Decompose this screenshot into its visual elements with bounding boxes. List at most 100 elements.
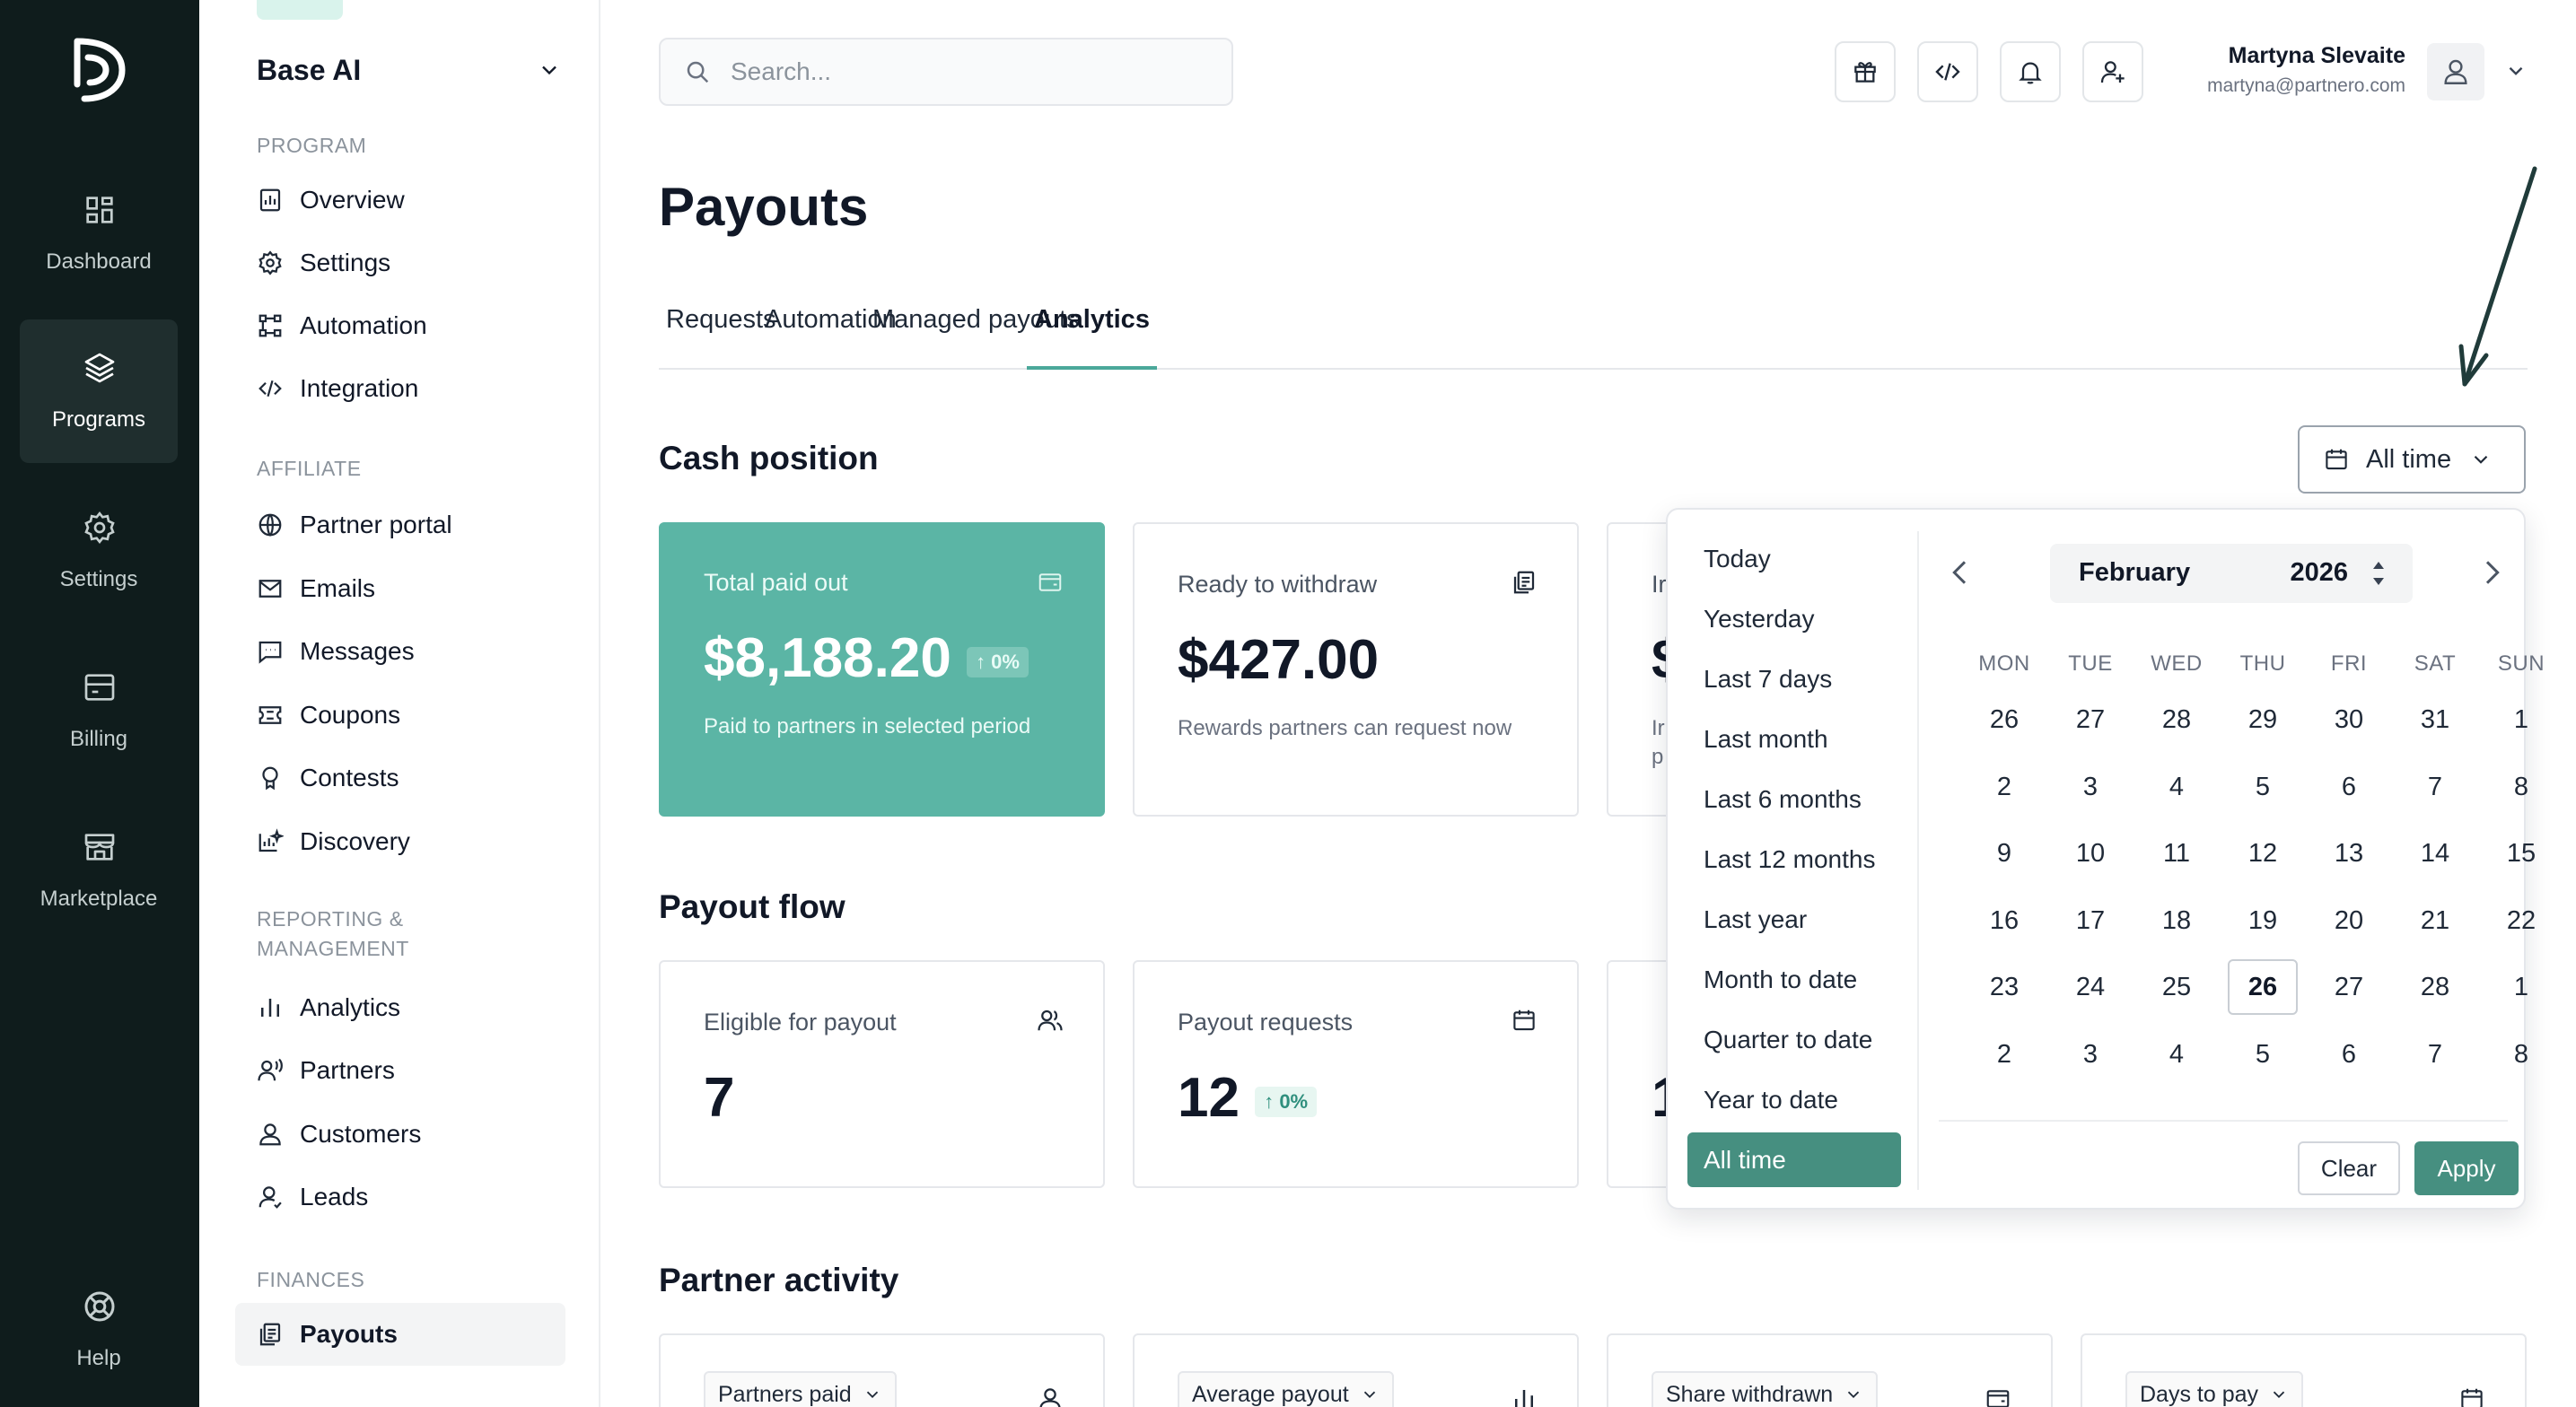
calendar-day[interactable]: 4 [2142, 759, 2212, 815]
weekday-label: THU [2239, 651, 2286, 676]
nav-item-settings[interactable]: Settings [235, 232, 565, 294]
calendar-day[interactable]: 7 [2400, 759, 2470, 815]
nav-item-customers[interactable]: Customers [235, 1103, 565, 1166]
preset-today[interactable]: Today [1687, 531, 1901, 586]
preset-all-time[interactable]: All time [1687, 1132, 1901, 1187]
preset-quarter-to-date[interactable]: Quarter to date [1687, 1012, 1901, 1067]
rail-item-billing[interactable]: Billing [20, 639, 178, 782]
calendar-day[interactable]: 30 [2314, 692, 2384, 747]
calendar-day[interactable]: 2 [1969, 759, 2039, 815]
metric-dropdown[interactable]: Share withdrawn [1652, 1371, 1879, 1407]
calendar-day[interactable]: 5 [2228, 1027, 2298, 1082]
metric-dropdown[interactable]: Days to pay [2125, 1371, 2304, 1407]
year-stepper-icon[interactable] [2370, 551, 2388, 596]
metric-dropdown[interactable]: Average payout [1178, 1371, 1394, 1407]
date-range-button[interactable]: All time [2298, 425, 2526, 494]
rail-item-settings[interactable]: Settings [20, 479, 178, 623]
nav-item-partners[interactable]: Partners [235, 1039, 565, 1102]
nav-item-coupons[interactable]: Coupons [235, 684, 565, 747]
nav-item-integration[interactable]: Integration [235, 357, 565, 420]
calendar-day[interactable]: 3 [2055, 759, 2125, 815]
nav-item-automation[interactable]: Automation [235, 294, 565, 357]
calendar-day[interactable]: 2 [1969, 1027, 2039, 1082]
month-name[interactable]: February [2079, 558, 2190, 588]
calendar-day[interactable]: 16 [1969, 893, 2039, 948]
calendar-day[interactable]: 1 [2486, 692, 2556, 747]
search-input[interactable] [731, 57, 1197, 86]
nav-item-messages[interactable]: Messages [235, 620, 565, 683]
calendar-day[interactable]: 19 [2228, 893, 2298, 948]
calendar-day[interactable]: 31 [2400, 692, 2470, 747]
nav-item-overview[interactable]: Overview [235, 169, 565, 232]
calendar-day[interactable]: 7 [2400, 1027, 2470, 1082]
notifications-button[interactable] [2000, 41, 2061, 102]
nav-item-discovery[interactable]: Discovery [235, 810, 565, 873]
calendar-day[interactable]: 8 [2486, 1027, 2556, 1082]
calendar-day[interactable]: 22 [2486, 893, 2556, 948]
chevron-down-icon[interactable] [2504, 59, 2528, 83]
calendar-day[interactable]: 18 [2142, 893, 2212, 948]
search-box[interactable] [659, 38, 1233, 106]
calendar-day[interactable]: 29 [2228, 692, 2298, 747]
calendar-day[interactable]: 25 [2142, 959, 2212, 1015]
calendar-day[interactable]: 24 [2055, 959, 2125, 1015]
calendar-day[interactable]: 12 [2228, 826, 2298, 881]
invite-user-button[interactable] [2082, 41, 2143, 102]
year-value[interactable]: 2026 [2290, 558, 2348, 588]
calendar-day[interactable]: 14 [2400, 826, 2470, 881]
calendar-day[interactable]: 28 [2142, 692, 2212, 747]
calendar-day[interactable]: 17 [2055, 893, 2125, 948]
nav-item-leads[interactable]: Leads [235, 1166, 565, 1228]
rail-item-marketplace[interactable]: Marketplace [20, 799, 178, 942]
calendar-day[interactable]: 21 [2400, 893, 2470, 948]
calendar-day[interactable]: 27 [2055, 692, 2125, 747]
nav-item-partner-portal[interactable]: Partner portal [235, 494, 565, 556]
preset-last-7-days[interactable]: Last 7 days [1687, 651, 1901, 706]
developer-button[interactable] [1917, 41, 1978, 102]
rail-item-help[interactable]: Help [20, 1258, 178, 1402]
calendar-day[interactable]: 6 [2314, 1027, 2384, 1082]
calendar-day[interactable]: 3 [2055, 1027, 2125, 1082]
month-year-selector[interactable]: February 2026 [2050, 544, 2413, 603]
nav-section-affiliate: AFFILIATE [257, 457, 362, 480]
nav-item-emails[interactable]: Emails [235, 557, 565, 620]
calendar-day[interactable]: 4 [2142, 1027, 2212, 1082]
preset-last-12-months[interactable]: Last 12 months [1687, 832, 1901, 887]
nav-item-contests[interactable]: Contests [235, 747, 565, 809]
org-switcher[interactable]: Base AI [257, 48, 562, 92]
calendar-day[interactable]: 20 [2314, 893, 2384, 948]
preset-month-to-date[interactable]: Month to date [1687, 952, 1901, 1007]
nav-item-payouts[interactable]: Payouts [235, 1303, 565, 1366]
clear-button[interactable]: Clear [2298, 1141, 2400, 1195]
rail-item-dashboard[interactable]: Dashboard [20, 162, 178, 305]
calendar-day[interactable]: 26 [1969, 692, 2039, 747]
calendar-day[interactable]: 23 [1969, 959, 2039, 1015]
calendar-day[interactable]: 9 [1969, 826, 2039, 881]
metric-dropdown[interactable]: Partners paid [704, 1371, 897, 1407]
chevron-left-icon[interactable] [1942, 555, 1978, 590]
tab-analytics[interactable]: Analytics [1027, 305, 1157, 370]
preset-last-6-months[interactable]: Last 6 months [1687, 772, 1901, 826]
calendar-day[interactable]: 8 [2486, 759, 2556, 815]
calendar-day[interactable]: 11 [2142, 826, 2212, 881]
calendar-day[interactable]: 10 [2055, 826, 2125, 881]
calendar-day[interactable]: 1 [2486, 959, 2556, 1015]
nav-item-analytics[interactable]: Analytics [235, 976, 565, 1039]
calendar-day[interactable]: 28 [2400, 959, 2470, 1015]
avatar[interactable] [2427, 43, 2484, 100]
apply-button[interactable]: Apply [2414, 1141, 2519, 1195]
preset-yesterday[interactable]: Yesterday [1687, 591, 1901, 646]
chevron-right-icon[interactable] [2474, 555, 2510, 590]
calendar-day[interactable]: 15 [2486, 826, 2556, 881]
calendar-day[interactable]: 6 [2314, 759, 2384, 815]
partnero-logo-icon[interactable] [72, 34, 127, 106]
preset-year-to-date[interactable]: Year to date [1687, 1072, 1901, 1127]
preset-last-month[interactable]: Last month [1687, 712, 1901, 766]
calendar-day[interactable]: 26 [2228, 959, 2298, 1015]
calendar-day[interactable]: 27 [2314, 959, 2384, 1015]
calendar-day[interactable]: 13 [2314, 826, 2384, 881]
calendar-day[interactable]: 5 [2228, 759, 2298, 815]
rail-item-programs[interactable]: Programs [20, 319, 178, 463]
preset-last-year[interactable]: Last year [1687, 892, 1901, 947]
gift-button[interactable] [1835, 41, 1896, 102]
